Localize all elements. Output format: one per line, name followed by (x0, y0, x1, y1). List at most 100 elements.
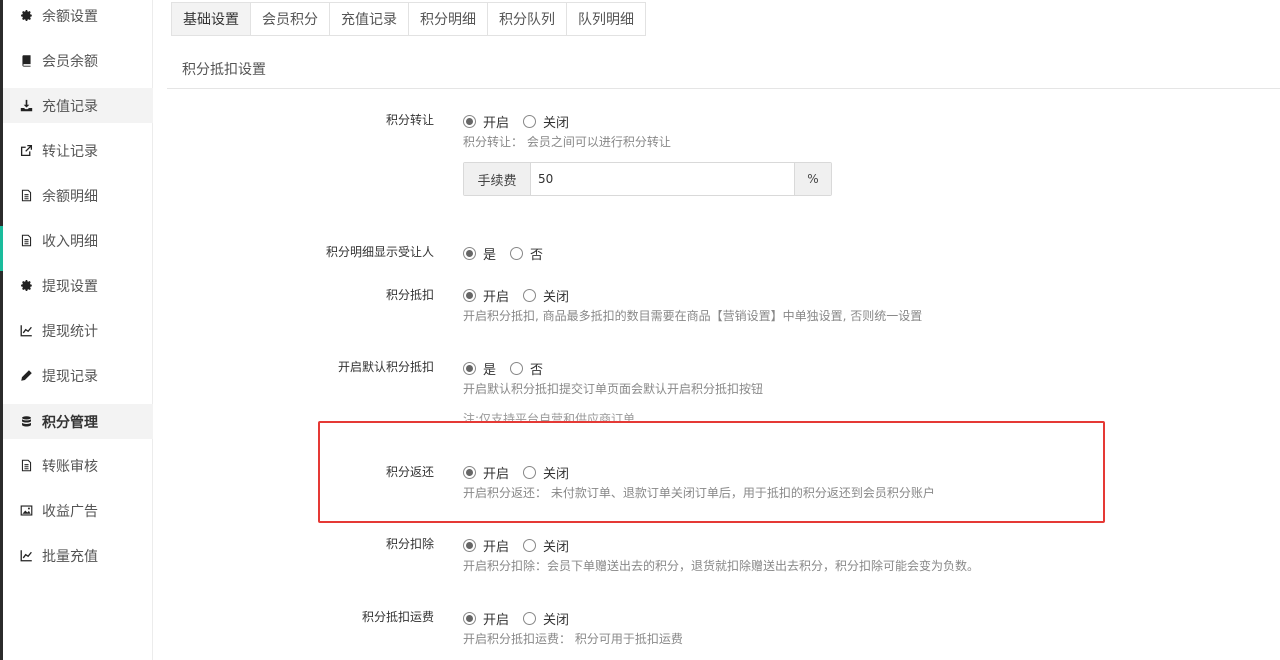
fee-input[interactable] (531, 163, 794, 195)
refund-radio-group: 开启 关闭 (463, 463, 583, 482)
sidebar-item-label: 提现记录 (42, 368, 98, 385)
pencil-icon (19, 368, 34, 383)
transfer-help-text: 积分转让： 会员之间可以进行积分转让 (463, 135, 671, 149)
sidebar-item-revenue-ads[interactable]: 收益广告 (3, 493, 153, 528)
sidebar-item-withdraw-settings[interactable]: 提现设置 (3, 268, 153, 303)
book-icon (19, 53, 34, 68)
sidebar-item-label: 提现设置 (42, 278, 98, 295)
main-content: 基础设置 会员积分 充值记录 积分明细 积分队列 队列明细 积分抵扣设置 积分转… (153, 0, 1280, 660)
image-icon (19, 503, 34, 518)
transfer-label: 积分转让 (385, 113, 434, 127)
radio-label: 关闭 (543, 613, 570, 628)
sidebar-item-label: 收入明细 (42, 233, 98, 250)
show-recipient-radio-group: 是 否 (463, 244, 557, 263)
withhold-help-text: 开启积分扣除：会员下单赠送出去的积分，退货就扣除赠送出去积分，积分扣除可能会变为… (463, 559, 980, 573)
show-recipient-label: 积分明细显示受让人 (325, 245, 434, 259)
sidebar-item-label: 余额明细 (42, 188, 98, 205)
deduct-radio-group: 开启 关闭 (463, 286, 583, 305)
sidebar-item-batch-recharge[interactable]: 批量充值 (3, 538, 153, 573)
document-icon (19, 233, 34, 248)
sidebar-item-withdraw-stats[interactable]: 提现统计 (3, 313, 153, 348)
section-divider (167, 88, 1280, 89)
radio-label: 开启 (483, 290, 510, 305)
radio-label: 关闭 (543, 116, 570, 131)
default-deduct-label: 开启默认积分抵扣 (337, 360, 434, 374)
sidebar-item-label: 余额设置 (42, 8, 98, 25)
default-deduct-no-radio[interactable]: 否 (510, 359, 543, 378)
sidebar-item-transfer-records[interactable]: 转让记录 (3, 133, 153, 168)
withhold-on-radio[interactable]: 开启 (463, 536, 509, 555)
transfer-on-radio[interactable]: 开启 (463, 112, 509, 131)
download-icon (19, 98, 34, 113)
transfer-radio-group: 开启 关闭 (463, 112, 583, 131)
default-deduct-note: 注:仅支持平台自营和供应商订单 (463, 412, 636, 421)
section-title: 积分抵扣设置 (182, 62, 266, 78)
radio-label: 开启 (483, 540, 510, 555)
database-icon (19, 414, 34, 429)
sidebar-item-balance-settings[interactable]: 余额设置 (3, 0, 153, 33)
sidebar-item-withdraw-records[interactable]: 提现记录 (3, 358, 153, 393)
shipping-on-radio[interactable]: 开启 (463, 609, 509, 628)
sidebar-item-label: 转账审核 (42, 458, 98, 475)
default-deduct-radio-group: 是 否 (463, 359, 557, 378)
external-link-icon (19, 143, 34, 158)
tab-points-queue[interactable]: 积分队列 (488, 2, 567, 36)
radio-label: 否 (530, 363, 544, 378)
sidebar-item-income-details[interactable]: 收入明细 (3, 223, 153, 258)
shipping-label: 积分抵扣运费 (361, 610, 434, 624)
sidebar-item-label: 转让记录 (42, 143, 98, 160)
sidebar-item-recharge-records[interactable]: 充值记录 (3, 88, 153, 123)
sidebar-item-label: 收益广告 (42, 503, 98, 520)
deduct-help-text: 开启积分抵扣, 商品最多抵扣的数目需要在商品【营销设置】中单独设置, 否则统一设… (463, 309, 923, 323)
refund-on-radio[interactable]: 开启 (463, 463, 509, 482)
sidebar-item-label: 充值记录 (42, 98, 98, 115)
deduct-on-radio[interactable]: 开启 (463, 286, 509, 305)
sidebar-item-balance-details[interactable]: 余额明细 (3, 178, 153, 213)
line-chart-icon (19, 548, 34, 563)
shipping-radio-group: 开启 关闭 (463, 609, 583, 628)
tab-points-details[interactable]: 积分明细 (409, 2, 488, 36)
fee-unit: % (794, 163, 831, 195)
withhold-radio-group: 开启 关闭 (463, 536, 583, 555)
line-chart-icon (19, 323, 34, 338)
show-recipient-no-radio[interactable]: 否 (510, 244, 543, 263)
highlight-box (318, 421, 1105, 523)
transfer-off-radio[interactable]: 关闭 (523, 112, 569, 131)
sidebar-item-member-balance[interactable]: 会员余额 (3, 43, 153, 78)
radio-label: 关闭 (543, 540, 570, 555)
withhold-label: 积分扣除 (385, 537, 434, 551)
refund-help-text: 开启积分返还： 未付款订单、退款订单关闭订单后，用于抵扣的积分返还到会员积分账户 (463, 486, 935, 500)
default-deduct-help-text: 开启默认积分抵扣提交订单页面会默认开启积分抵扣按钮 (463, 382, 764, 396)
withhold-off-radio[interactable]: 关闭 (523, 536, 569, 555)
tab-bar: 基础设置 会员积分 充值记录 积分明细 积分队列 队列明细 (171, 2, 646, 36)
radio-label: 开启 (483, 613, 510, 628)
fee-input-group: 手续费 % (463, 162, 832, 196)
radio-label: 关闭 (543, 467, 570, 482)
radio-label: 是 (483, 363, 497, 378)
document-icon (19, 188, 34, 203)
sidebar-item-points-management[interactable]: 积分管理 (3, 404, 153, 439)
default-deduct-yes-radio[interactable]: 是 (463, 359, 496, 378)
deduct-off-radio[interactable]: 关闭 (523, 286, 569, 305)
tab-member-points[interactable]: 会员积分 (251, 2, 330, 36)
refund-label: 积分返还 (385, 465, 434, 479)
tab-recharge-records[interactable]: 充值记录 (330, 2, 409, 36)
sidebar-item-label: 会员余额 (42, 53, 98, 70)
shipping-off-radio[interactable]: 关闭 (523, 609, 569, 628)
document-icon (19, 458, 34, 473)
tab-queue-details[interactable]: 队列明细 (567, 2, 646, 36)
tab-basic-settings[interactable]: 基础设置 (171, 2, 251, 36)
shipping-help-text: 开启积分抵扣运费： 积分可用于抵扣运费 (463, 632, 683, 646)
gear-icon (19, 8, 34, 23)
radio-label: 关闭 (543, 290, 570, 305)
fee-label: 手续费 (464, 163, 531, 195)
sidebar-item-label: 积分管理 (42, 414, 98, 431)
radio-label: 否 (530, 248, 544, 263)
sidebar-item-transfer-review[interactable]: 转账审核 (3, 448, 153, 483)
radio-label: 开启 (483, 116, 510, 131)
gear-icon (19, 278, 34, 293)
show-recipient-yes-radio[interactable]: 是 (463, 244, 496, 263)
radio-label: 是 (483, 248, 497, 263)
sidebar-item-label: 批量充值 (42, 548, 98, 565)
refund-off-radio[interactable]: 关闭 (523, 463, 569, 482)
